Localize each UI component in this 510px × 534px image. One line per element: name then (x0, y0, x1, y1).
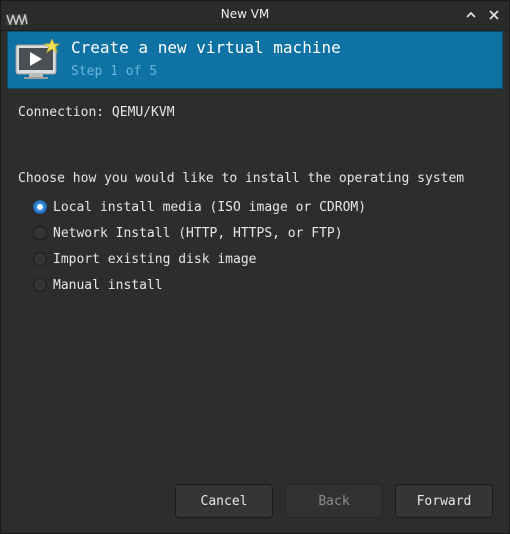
title-bar[interactable]: New VM (1, 1, 509, 31)
radio-label: Network Install (HTTP, HTTPS, or FTP) (53, 225, 343, 241)
banner-title: Create a new virtual machine (71, 38, 341, 57)
radio-local-install-media[interactable]: Local install media (ISO image or CDROM) (33, 197, 366, 217)
header-banner: Create a new virtual machine Step 1 of 5 (7, 31, 503, 89)
cancel-button[interactable]: Cancel (175, 484, 273, 518)
install-method-prompt: Choose how you would like to install the… (18, 171, 465, 186)
radio-manual-install[interactable]: Manual install (33, 275, 163, 295)
maximize-chevron-icon[interactable] (463, 7, 479, 23)
radio-button[interactable] (33, 278, 47, 292)
monitor-new-vm-icon (15, 37, 61, 81)
radio-button[interactable] (33, 226, 47, 240)
radio-label: Manual install (53, 277, 163, 293)
back-button[interactable]: Back (285, 484, 383, 518)
window-title: New VM (220, 7, 270, 21)
connection-label: Connection: QEMU/KVM (18, 105, 175, 120)
step-indicator: Step 1 of 5 (71, 64, 158, 79)
radio-button[interactable] (33, 252, 47, 266)
radio-import-disk-image[interactable]: Import existing disk image (33, 249, 257, 269)
radio-network-install[interactable]: Network Install (HTTP, HTTPS, or FTP) (33, 223, 343, 243)
forward-button[interactable]: Forward (395, 484, 493, 518)
radio-label: Local install media (ISO image or CDROM) (53, 199, 367, 215)
close-icon[interactable] (486, 7, 502, 23)
radio-button-selected[interactable] (33, 200, 47, 214)
new-vm-window: New VM Create a new virtual machine Step (0, 0, 510, 534)
radio-label: Import existing disk image (53, 251, 257, 267)
